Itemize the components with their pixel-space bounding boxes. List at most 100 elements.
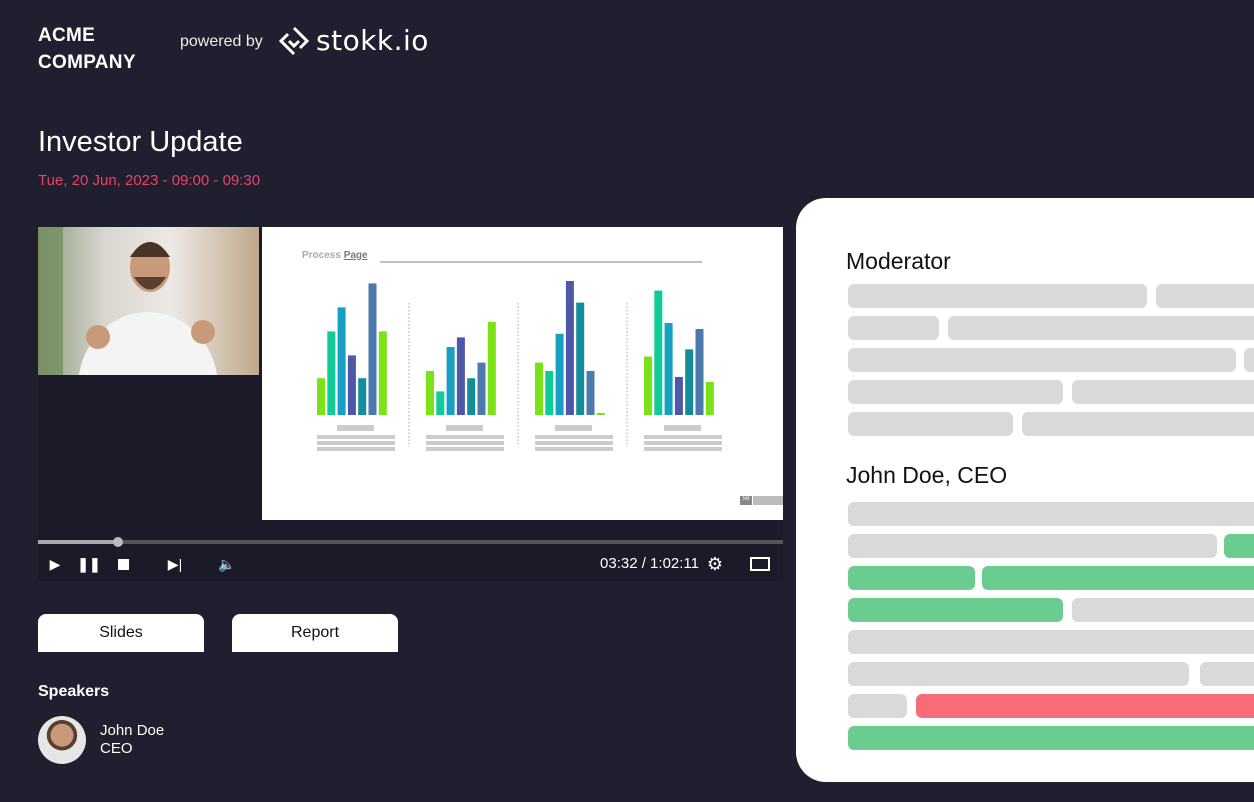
slide-bar	[426, 371, 434, 415]
volume-icon[interactable]: 🔈	[218, 555, 236, 573]
transcript-line-highlight-green	[848, 598, 1063, 622]
slide-bar	[317, 378, 325, 415]
slide-bar	[487, 321, 496, 415]
seek-handle[interactable]	[113, 537, 124, 547]
slide-number: 59	[740, 496, 752, 505]
powered-by-label: powered by	[180, 33, 263, 50]
time-display: 03:32 / 1:02:11	[600, 555, 699, 572]
slide-footer-bar	[753, 496, 783, 505]
transcript-line-placeholder	[1200, 662, 1254, 686]
transcript-panel: Moderator John Doe, CEO	[796, 198, 1254, 782]
seek-bar[interactable]	[38, 537, 783, 547]
company-line1: ACME	[38, 25, 96, 46]
slide-bar	[685, 349, 694, 415]
fullscreen-icon[interactable]	[750, 557, 770, 571]
slides-button[interactable]: Slides	[38, 614, 204, 652]
slide-bar	[535, 362, 543, 415]
slide-text-line	[644, 435, 722, 439]
transcript-line-placeholder	[1022, 412, 1254, 436]
transcript-line-placeholder	[848, 694, 907, 718]
speaker-webcam	[38, 227, 259, 375]
slide-bar	[674, 377, 683, 415]
slide-bar	[644, 356, 652, 415]
event-datetime: Tue, 20 Jun, 2023 - 09:00 - 09:30	[38, 172, 261, 189]
slide-title-light: Process	[302, 250, 341, 261]
slide-title-bold: Page	[343, 250, 368, 261]
slide-bar	[436, 391, 445, 415]
transcript-line-placeholder	[1156, 284, 1254, 308]
presentation-slide: Process Page 59	[262, 227, 783, 520]
transcript-line-placeholder	[1072, 598, 1254, 622]
slide-bar	[664, 323, 673, 415]
slide-bar	[467, 378, 476, 415]
slide-bar	[358, 378, 367, 415]
slide-bar	[446, 347, 455, 415]
speaker-role: CEO	[100, 740, 133, 757]
transcript-line-highlight-green	[848, 726, 1254, 750]
slide-caption	[664, 425, 701, 431]
transcript-line-highlight-green	[1224, 534, 1254, 558]
stokk-logo: stokk.io	[278, 24, 429, 57]
slide-text-line	[535, 447, 613, 451]
pause-icon[interactable]: ❚❚	[77, 555, 100, 573]
settings-gear-icon[interactable]: ⚙	[706, 554, 724, 574]
next-icon[interactable]: ▶|	[166, 555, 184, 573]
slide-text-line	[426, 441, 504, 445]
speakers-heading: Speakers	[38, 683, 110, 700]
slide-bar	[695, 329, 704, 415]
slide-text-line	[644, 447, 722, 451]
slide-bar	[347, 355, 356, 415]
transcript-line-placeholder	[848, 534, 1217, 558]
slide-bar	[378, 331, 387, 415]
transcript-line-placeholder	[848, 502, 1254, 526]
event-title: Investor Update	[38, 126, 243, 158]
transcript-line-highlight-red	[916, 694, 1254, 718]
slide-bar	[596, 413, 605, 415]
slide-bar	[586, 371, 595, 415]
transcript-line-placeholder	[1072, 380, 1254, 404]
stokk-logo-icon	[278, 26, 310, 55]
slide-caption	[446, 425, 483, 431]
transcript-line-placeholder	[848, 380, 1063, 404]
slide-bar	[456, 337, 465, 415]
transcript-line-highlight-green	[848, 566, 975, 590]
slide-bar	[565, 281, 574, 415]
slide-text-line	[535, 441, 613, 445]
slide-bar	[327, 331, 336, 415]
company-line2: COMPANY	[38, 52, 136, 73]
slide-bar	[545, 371, 554, 415]
transcript-line-placeholder	[848, 316, 939, 340]
slide-text-line	[317, 435, 395, 439]
slide-text-line	[426, 435, 504, 439]
slide-text-line	[317, 447, 395, 451]
slide-text-line	[535, 435, 613, 439]
transcript-line-placeholder	[848, 348, 1236, 372]
slide-text-line	[426, 447, 504, 451]
slide-bar	[654, 290, 663, 415]
stop-icon[interactable]	[116, 555, 130, 573]
transcript-line-highlight-green	[982, 566, 1254, 590]
slide-caption	[555, 425, 592, 431]
transcript-speaker-moderator: Moderator	[846, 248, 951, 274]
speaker-avatar	[38, 716, 86, 764]
slide-bar	[555, 333, 564, 415]
transcript-line-placeholder	[848, 662, 1189, 686]
speaker-name: John Doe	[100, 722, 165, 739]
stokk-logo-text: stokk.io	[316, 24, 429, 57]
play-icon[interactable]: ▶	[46, 555, 64, 573]
slide-bar	[576, 302, 585, 415]
slide-bar	[705, 381, 714, 415]
transcript-speaker-ceo: John Doe, CEO	[846, 462, 1008, 488]
report-button[interactable]: Report	[232, 614, 398, 652]
company-logo: ACME COMPANY	[38, 22, 136, 76]
speaker-figure	[38, 227, 218, 375]
transcript-line-placeholder	[848, 412, 1013, 436]
video-player[interactable]: Process Page 59 ▶ ❚❚ ▶| 🔈 03:32 / 1:02:1…	[38, 227, 783, 581]
slide-bar	[477, 362, 486, 415]
slide-caption	[337, 425, 374, 431]
slide-bar	[368, 283, 377, 415]
slide-text-line	[644, 441, 722, 445]
slide-bar	[337, 307, 346, 415]
slide-text-line	[317, 441, 395, 445]
transcript-line-placeholder	[848, 284, 1147, 308]
